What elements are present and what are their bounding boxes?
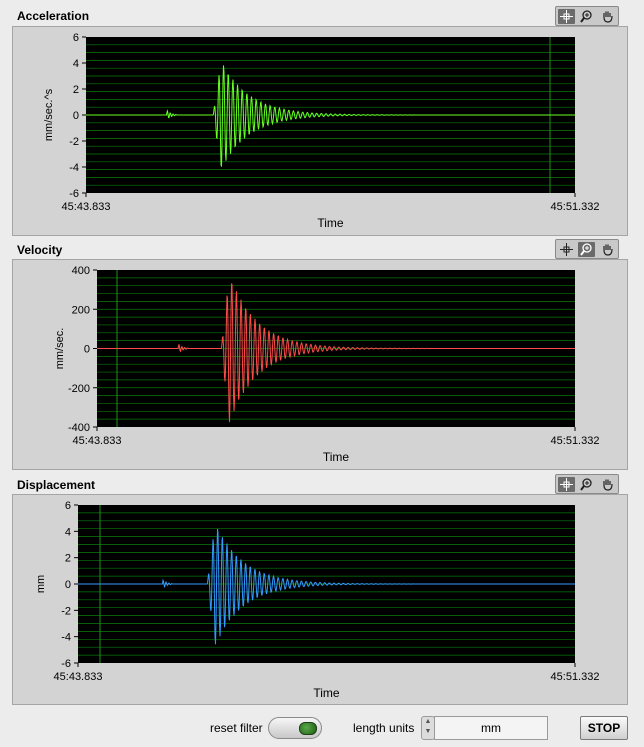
x-tick-label-start: 45:43.833	[73, 435, 122, 447]
y-tick-label: -4	[61, 632, 71, 644]
reset-filter-label: reset filter	[210, 721, 263, 735]
velocity-graph[interactable]: 400 200 0 -200 -400 mm/sec. 45:43.833 45:51.332…	[13, 260, 627, 469]
graph-palette-velocity	[555, 239, 619, 259]
crosshair-icon	[559, 242, 573, 256]
x-axis-label: Time	[323, 450, 350, 464]
stop-button[interactable]: STOP	[580, 716, 628, 740]
cursor-tool[interactable]	[557, 8, 575, 24]
x-tick-label-end: 45:51.332	[551, 671, 600, 683]
x-tick-label-end: 45:51.332	[551, 435, 600, 447]
chart-panel-velocity: 400 200 0 -200 -400 mm/sec. 45:43.833 45:51.332…	[12, 259, 628, 470]
x-axis-label: Time	[317, 216, 344, 230]
y-axis-label: mm/sec.	[54, 328, 66, 370]
displacement-graph[interactable]: 6 4 2 0 -2 -4 -6 mm 45:43.833 45:51.332 Time	[13, 495, 627, 704]
zoom-icon	[580, 477, 593, 491]
y-tick-label: -200	[68, 383, 90, 395]
y-tick-label: 2	[65, 553, 71, 565]
y-tick-label: -2	[61, 605, 71, 617]
zoom-icon	[580, 242, 593, 256]
zoom-tool[interactable]	[578, 241, 596, 257]
hand-icon	[603, 479, 613, 491]
y-tick-label: 4	[73, 58, 79, 70]
x-tick-label-start: 45:43.833	[62, 201, 111, 213]
y-tick-label: -2	[69, 136, 79, 148]
x-axis-label: Time	[313, 686, 340, 700]
y-tick-label: 0	[73, 110, 79, 122]
reset-filter-toggle[interactable]	[268, 717, 322, 739]
pan-tool[interactable]	[599, 242, 616, 257]
y-tick-label: 6	[65, 500, 71, 512]
zoom-tool[interactable]	[578, 9, 595, 24]
pan-tool[interactable]	[599, 9, 616, 24]
y-tick-label: 0	[84, 344, 90, 356]
length-units-spinner[interactable]: ▲ ▼	[421, 716, 435, 740]
hand-icon	[603, 244, 613, 256]
acceleration-graph[interactable]: 6 4 2 0 -2 -4 -6 mm/sec.^s 45:43.833 45:51.332 Tim…	[13, 27, 627, 235]
crosshair-icon	[559, 9, 573, 23]
y-tick-label: -400	[68, 422, 90, 434]
graph-palette-acceleration	[555, 6, 619, 26]
zoom-icon	[580, 9, 593, 23]
y-tick-label: 2	[73, 84, 79, 96]
graph-palette-displacement	[555, 474, 619, 494]
chart-title-velocity: Velocity	[17, 243, 63, 257]
pan-tool[interactable]	[599, 477, 616, 492]
chart-title-acceleration: Acceleration	[17, 9, 90, 23]
led-indicator	[299, 722, 317, 735]
y-axis-label: mm	[35, 575, 47, 593]
y-tick-label: 200	[72, 304, 90, 316]
x-tick-label-start: 45:43.833	[54, 671, 103, 683]
chart-panel-displacement: 6 4 2 0 -2 -4 -6 mm 45:43.833 45:51.332 Time	[12, 494, 628, 705]
chart-panel-acceleration: 6 4 2 0 -2 -4 -6 mm/sec.^s 45:43.833 45:51.332 Tim…	[12, 26, 628, 236]
y-tick-label: -6	[69, 188, 79, 200]
y-axis-label: mm/sec.^s	[43, 88, 55, 141]
x-tick-label-end: 45:51.332	[551, 201, 600, 213]
y-tick-label: 0	[65, 579, 71, 591]
cursor-tool[interactable]	[558, 242, 575, 257]
y-tick-label: -6	[61, 658, 71, 670]
zoom-tool[interactable]	[578, 477, 595, 492]
y-tick-label: -4	[69, 162, 79, 174]
length-units-field[interactable]: mm	[434, 716, 548, 740]
y-tick-label: 6	[73, 32, 79, 44]
hand-icon	[603, 11, 613, 23]
y-tick-label: 400	[72, 265, 90, 277]
length-units-label: length units	[353, 721, 415, 735]
chart-title-displacement: Displacement	[17, 478, 96, 492]
crosshair-icon	[559, 477, 573, 491]
y-tick-label: 4	[65, 526, 71, 538]
cursor-tool[interactable]	[557, 476, 575, 492]
